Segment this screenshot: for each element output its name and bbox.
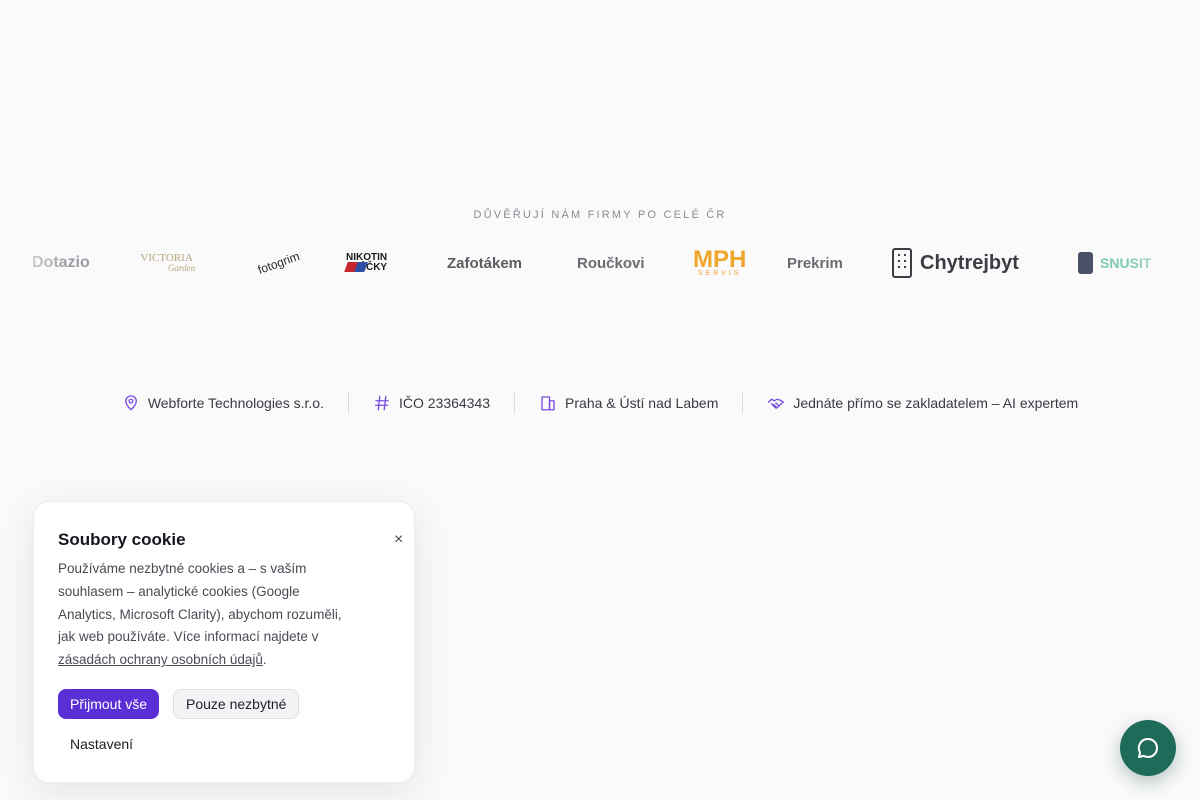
logo-prekrim: Prekrim — [787, 254, 843, 272]
trusted-heading: DŮVĚŘUJÍ NÁM FIRMY PO CELÉ ČR — [473, 209, 727, 221]
info-founder: Jednáte přímo se zakladatelem – AI exper… — [743, 394, 1102, 412]
info-location: Praha & Ústí nad Labem — [515, 394, 742, 412]
logo-victoria-sub: Garden — [168, 263, 196, 273]
logo-mph-sub: SERVIS — [697, 269, 742, 277]
phone-grid-icon — [892, 248, 912, 278]
logo-victoria-main: VICTORIA — [140, 252, 193, 264]
logo-nikotin-sacky: NIKOTIN SÁČKY — [344, 240, 387, 286]
logo-mph-servis: MPH SERVIS — [693, 240, 746, 286]
accept-all-button[interactable]: Přijmout vše — [58, 689, 160, 719]
snus-can-icon — [1078, 252, 1093, 274]
info-ico: IČO 23364343 — [349, 394, 514, 412]
logo-fotogrim: fotogrim — [255, 249, 302, 277]
founder-note: Jednáte přímo se zakladatelem – AI exper… — [793, 395, 1079, 411]
office-locations: Praha & Ústí nad Labem — [565, 395, 719, 411]
logo-strip: Dotazio VICTORIA Garden fotogrim NIKOTIN… — [0, 240, 1200, 286]
nikotin-box-icon — [344, 262, 368, 272]
logo-zafotakem: Zafotákem — [447, 254, 523, 272]
logo-chytrejbyt-text: Chytrejbyt — [920, 251, 1019, 274]
privacy-policy-link[interactable]: zásadách ochrany osobních údajů — [58, 652, 263, 667]
building-icon — [541, 396, 555, 411]
cookie-consent-panel: Soubory cookie × Používáme nezbytné cook… — [33, 501, 415, 783]
logo-mph-main: MPH — [693, 245, 747, 273]
logo-chytrejbyt: Chytrejbyt — [892, 240, 1019, 286]
info-company: Webforte Technologies s.r.o. — [98, 394, 348, 412]
fade-right — [1130, 240, 1200, 286]
close-icon[interactable]: × — [394, 532, 403, 548]
company-name: Webforte Technologies s.r.o. — [147, 395, 324, 411]
cookie-title: Soubory cookie — [58, 530, 186, 549]
cookie-description: Používáme nezbytné cookies a – s vaším s… — [58, 558, 350, 672]
info-bar: Webforte Technologies s.r.o. IČO 2336434… — [0, 390, 1200, 416]
logo-rouckovi: Roučkovi — [577, 254, 645, 272]
chat-button[interactable] — [1120, 720, 1176, 776]
chat-bubble-icon — [1137, 737, 1158, 758]
cookie-text-body: Používáme nezbytné cookies a – s vaším s… — [58, 561, 342, 645]
ico-number: IČO 23364343 — [398, 395, 491, 411]
necessary-only-button[interactable]: Pouze nezbytné — [173, 689, 300, 719]
cookie-settings-button[interactable]: Nastavení — [58, 731, 145, 757]
handshake-icon — [768, 398, 785, 409]
cookie-text-end: . — [262, 652, 267, 668]
map-pin-icon — [124, 395, 137, 411]
fade-left — [0, 240, 70, 286]
logo-victoria-garden: VICTORIA Garden — [138, 240, 195, 286]
page: DŮVĚŘUJÍ NÁM FIRMY PO CELÉ ČR Dotazio VI… — [0, 0, 1200, 800]
hash-icon — [374, 395, 389, 411]
